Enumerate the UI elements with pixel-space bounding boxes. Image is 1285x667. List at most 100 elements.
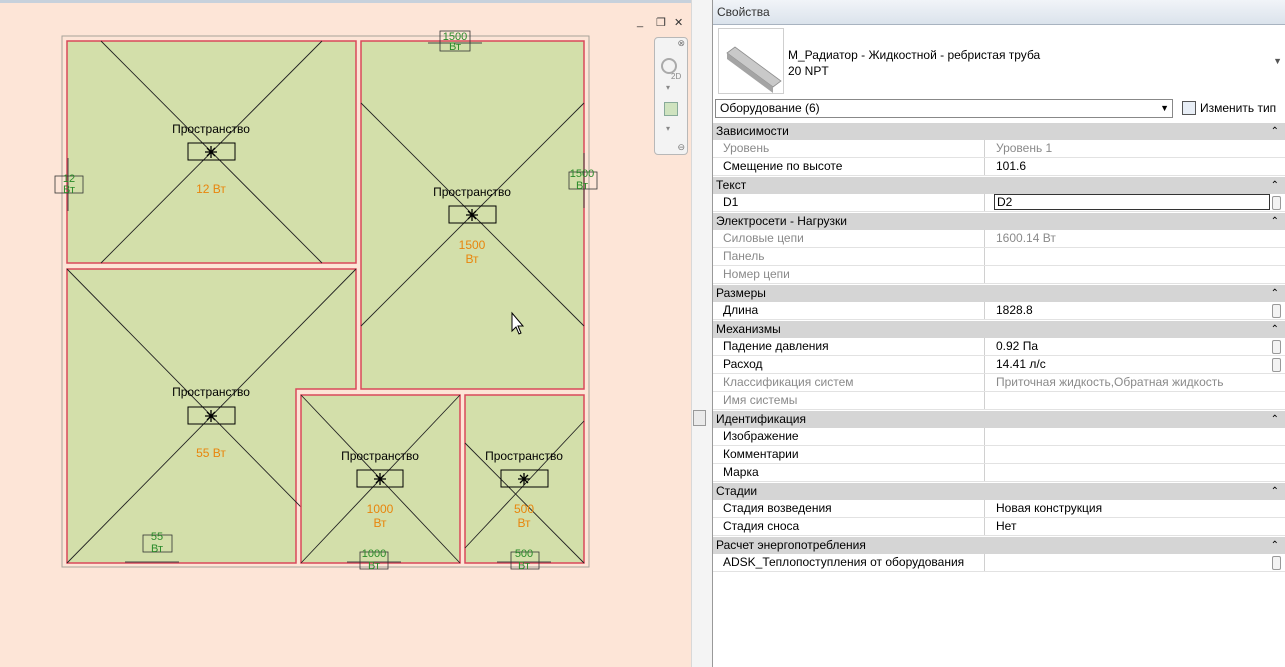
- panel-title: Свойства: [713, 0, 1285, 25]
- collapse-chevron-icon[interactable]: ⌃: [1271, 213, 1279, 230]
- property-value[interactable]: 101.6: [994, 158, 1272, 175]
- room-load: 1000: [367, 502, 394, 516]
- section-title: Механизмы: [716, 322, 781, 336]
- property-value[interactable]: [994, 428, 1272, 445]
- section-title: Текст: [716, 178, 747, 192]
- chevron-down-icon[interactable]: ▾: [666, 83, 670, 92]
- property-section-header[interactable]: Текст ⌃: [713, 176, 1285, 194]
- close-view-icon[interactable]: ✕: [674, 16, 683, 29]
- splitter-grip-icon[interactable]: [693, 410, 706, 426]
- property-row[interactable]: Изображение: [713, 428, 1285, 446]
- property-name: Длина: [713, 302, 985, 319]
- property-value[interactable]: 14.41 л/с: [994, 356, 1272, 373]
- room-label: Пространство: [341, 449, 419, 463]
- property-row[interactable]: Комментарии: [713, 446, 1285, 464]
- property-row: Классификация систем Приточная жидкость,О…: [713, 374, 1285, 392]
- property-row[interactable]: Стадия сноса Нет: [713, 518, 1285, 536]
- property-value[interactable]: 0.92 Па: [994, 338, 1272, 355]
- property-name: Панель: [713, 248, 985, 265]
- property-name: Имя системы: [713, 392, 985, 409]
- value-edit-button[interactable]: [1272, 196, 1281, 210]
- room-load-unit: Вт: [465, 252, 479, 266]
- property-section-header[interactable]: Расчет энергопотребления ⌃: [713, 536, 1285, 554]
- property-value: Приточная жидкость,Обратная жидкость: [996, 375, 1224, 389]
- room-load: 1500: [459, 238, 486, 252]
- property-value: Уровень 1: [996, 141, 1053, 155]
- property-value[interactable]: [994, 464, 1272, 481]
- collapse-chevron-icon[interactable]: ⌃: [1271, 177, 1279, 194]
- section-title: Размеры: [716, 286, 766, 300]
- property-name: Силовые цепи: [713, 230, 985, 247]
- collapse-chevron-icon[interactable]: ⌃: [1271, 285, 1279, 302]
- section-title: Идентификация: [716, 412, 806, 426]
- property-section-header[interactable]: Идентификация ⌃: [713, 410, 1285, 428]
- collapse-chevron-icon[interactable]: ⌃: [1271, 123, 1279, 140]
- property-value-input[interactable]: D2: [994, 194, 1270, 210]
- properties-grid[interactable]: Зависимости ⌃ Уровень Уровень 1 Смещение по …: [713, 122, 1285, 572]
- svg-text:55: 55: [151, 531, 163, 543]
- property-value: [994, 248, 1272, 265]
- value-edit-button[interactable]: [1272, 304, 1281, 318]
- property-row[interactable]: Падение давления 0.92 Па: [713, 338, 1285, 356]
- property-row: Номер цепи: [713, 266, 1285, 284]
- type-selector[interactable]: М_Радиатор - Жидкостной - ребристая труб…: [713, 26, 1285, 96]
- property-section-header[interactable]: Электросети - Нагрузки ⌃: [713, 212, 1285, 230]
- room-label: Пространство: [172, 385, 250, 399]
- property-section-header[interactable]: Стадии ⌃: [713, 482, 1285, 500]
- edit-type-button[interactable]: Изменить тип: [1178, 99, 1276, 118]
- svg-text:Вт: Вт: [518, 560, 530, 572]
- svg-text:Вт: Вт: [63, 184, 75, 196]
- room-load-unit: Вт: [517, 516, 531, 530]
- minimize-view-icon[interactable]: _: [637, 16, 643, 28]
- zoom-region-icon[interactable]: [664, 102, 678, 116]
- collapse-chevron-icon[interactable]: ⌃: [1271, 411, 1279, 428]
- property-value[interactable]: Новая конструкция: [994, 500, 1272, 517]
- category-filter-select[interactable]: Оборудование (6) ▼: [715, 99, 1173, 118]
- property-row[interactable]: Стадия возведения Новая конструкция: [713, 500, 1285, 518]
- collapse-chevron-icon[interactable]: ⌃: [1271, 537, 1279, 554]
- property-row[interactable]: ADSK_Теплопоступления от оборудования: [713, 554, 1285, 572]
- property-value[interactable]: [994, 554, 1272, 571]
- section-title: Стадии: [716, 484, 758, 498]
- panel-splitter[interactable]: [691, 0, 713, 667]
- type-size-name: 20 NPT: [788, 64, 829, 78]
- drawing-canvas[interactable]: Пространство 12 Вт Пространство 1500 Вт …: [0, 0, 691, 667]
- value-edit-button[interactable]: [1272, 556, 1281, 570]
- nav-options-icon[interactable]: ⊖: [677, 142, 685, 153]
- category-filter-value: Оборудование (6): [720, 101, 820, 115]
- type-dropdown-icon[interactable]: ▼: [1273, 56, 1282, 66]
- property-section-header[interactable]: Механизмы ⌃: [713, 320, 1285, 338]
- type-thumbnail: [718, 28, 784, 94]
- floor-plan[interactable]: Пространство 12 Вт Пространство 1500 Вт …: [0, 3, 691, 667]
- property-name: Уровень: [713, 140, 985, 157]
- collapse-chevron-icon[interactable]: ⌃: [1271, 483, 1279, 500]
- property-name: D1: [713, 194, 985, 211]
- room-load: 500: [514, 502, 534, 516]
- value-edit-button[interactable]: [1272, 340, 1281, 354]
- edit-type-icon: [1182, 101, 1196, 115]
- property-value[interactable]: [994, 446, 1272, 463]
- property-row[interactable]: Расход 14.41 л/с: [713, 356, 1285, 374]
- property-value[interactable]: 1828.8: [994, 302, 1272, 319]
- property-section-header[interactable]: Зависимости ⌃: [713, 122, 1285, 140]
- restore-view-icon[interactable]: ❐: [656, 16, 666, 29]
- property-row: Силовые цепи 1600.14 Вт: [713, 230, 1285, 248]
- value-edit-button[interactable]: [1272, 358, 1281, 372]
- property-name: Падение давления: [713, 338, 985, 355]
- navigation-bar[interactable]: ⊗ 2D ▾ ▾ ⊖: [654, 37, 688, 155]
- room-load: 12 Вт: [196, 182, 226, 196]
- chevron-down-icon[interactable]: ▼: [1160, 100, 1169, 117]
- property-section-header[interactable]: Размеры ⌃: [713, 284, 1285, 302]
- nav-close-icon[interactable]: ⊗: [677, 38, 685, 49]
- section-title: Зависимости: [716, 124, 789, 138]
- property-value[interactable]: Нет: [994, 518, 1272, 535]
- property-row[interactable]: Длина 1828.8: [713, 302, 1285, 320]
- property-row[interactable]: Марка: [713, 464, 1285, 482]
- property-name: Расход: [713, 356, 985, 373]
- property-value: [994, 392, 1272, 409]
- svg-text:Вт: Вт: [151, 543, 163, 555]
- collapse-chevron-icon[interactable]: ⌃: [1271, 321, 1279, 338]
- property-row[interactable]: Смещение по высоте 101.6: [713, 158, 1285, 176]
- zoom-dropdown-icon[interactable]: ▾: [666, 124, 670, 133]
- property-row[interactable]: D1 D2: [713, 194, 1285, 212]
